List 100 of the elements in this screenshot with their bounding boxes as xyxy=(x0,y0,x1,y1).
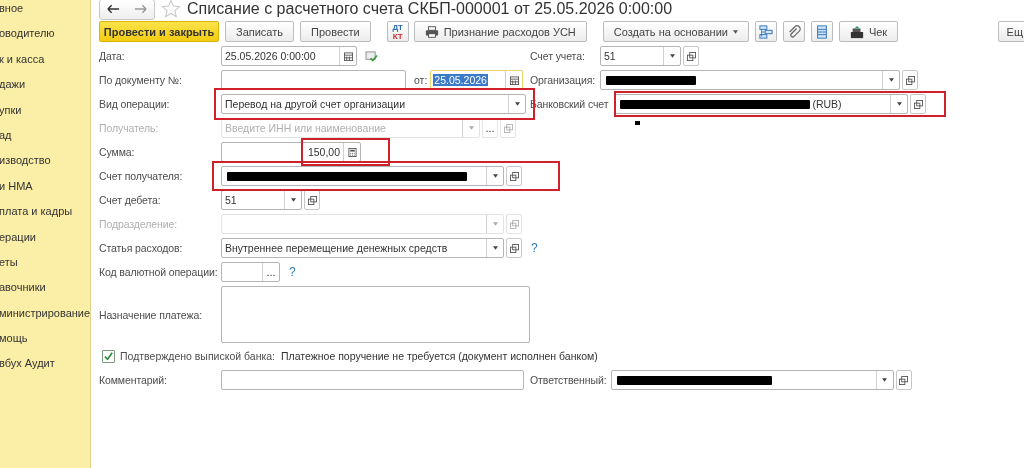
field-label: Комментарий: xyxy=(99,374,168,386)
open-button[interactable] xyxy=(304,190,320,210)
sidebar-item[interactable]: и НМА xyxy=(0,178,90,205)
checkmark-icon xyxy=(103,350,114,362)
structure-button[interactable] xyxy=(754,21,777,42)
checkbox[interactable] xyxy=(102,349,115,363)
field-label: от: xyxy=(414,74,428,86)
calendar-icon xyxy=(343,51,353,61)
star-icon[interactable] xyxy=(161,0,181,19)
dropdown-icon[interactable] xyxy=(514,102,520,106)
sidebar-item[interactable]: вное xyxy=(0,1,90,27)
field-value: Внутреннее перемещение денежных средств xyxy=(224,242,449,254)
open-window-icon xyxy=(905,75,915,85)
field-label: Дата: xyxy=(99,50,126,62)
receipt-button[interactable]: Чек xyxy=(838,21,899,42)
debit-credit-button[interactable]: ДТ КТ xyxy=(386,21,409,42)
responsible-select[interactable] xyxy=(610,370,894,390)
currency-code-field[interactable]: ... xyxy=(221,262,280,282)
field-label: Код валютной операции: xyxy=(99,266,219,278)
date-field[interactable]: 25.05.2026 0:00:00 xyxy=(221,46,357,66)
sidebar-item[interactable]: оводителю xyxy=(0,26,90,52)
field-value: Перевод на другой счет организации xyxy=(224,98,407,110)
open-window-icon xyxy=(509,243,519,253)
field-label: Счет дебета: xyxy=(99,194,162,206)
open-button[interactable] xyxy=(683,46,699,66)
dropdown-icon[interactable] xyxy=(290,198,296,202)
open-window-icon xyxy=(913,99,923,109)
field-label: Счет получателя: xyxy=(99,170,184,182)
help-link[interactable]: ? xyxy=(531,241,538,255)
forward-arrow-icon[interactable] xyxy=(134,4,147,14)
debit-account-select[interactable]: 51 xyxy=(221,190,302,210)
paperclip-icon xyxy=(786,24,801,39)
dropdown-icon[interactable] xyxy=(669,54,675,58)
account-select[interactable]: 51 xyxy=(600,46,681,66)
operation-type-select[interactable]: Перевод на другой счет организации xyxy=(221,94,526,114)
field-label: Организация: xyxy=(530,74,597,86)
help-link[interactable]: ? xyxy=(289,265,296,279)
sidebar-item[interactable]: ерации xyxy=(0,229,90,255)
open-window-icon xyxy=(899,375,908,385)
field-value: 150,00 xyxy=(306,146,341,158)
attachment-button[interactable] xyxy=(782,21,805,42)
status-note: Платежное поручение не требуется (документ исполнен банком) xyxy=(281,350,598,362)
printer-icon xyxy=(424,24,439,39)
open-button[interactable] xyxy=(910,94,927,114)
calendar-icon xyxy=(509,75,519,85)
window-title: Списание с расчетного счета СКБП-000001 от 25.05.2026 0:00:00 xyxy=(187,0,673,18)
document-date-field[interactable]: 25.05.2026 xyxy=(430,70,524,90)
toolbar-button[interactable]: Провести xyxy=(300,21,371,42)
sidebar-item[interactable]: изводство xyxy=(0,153,90,179)
field-label: По документу №: xyxy=(99,74,183,86)
organization-select[interactable] xyxy=(600,70,900,90)
field-placeholder: Введите ИНН или наименование xyxy=(224,122,387,134)
field-label: Счет учета: xyxy=(530,50,586,62)
toolbar-button[interactable]: Записать xyxy=(225,21,294,42)
dropdown-icon[interactable] xyxy=(882,378,887,382)
bank-account-select[interactable]: (RUB) xyxy=(614,94,909,114)
more-button[interactable]: Ещ xyxy=(997,21,1024,42)
open-window-icon xyxy=(686,51,696,61)
dropdown-icon[interactable] xyxy=(492,174,498,178)
sidebar-item[interactable]: ад xyxy=(0,127,90,154)
expense-item-select[interactable]: Внутреннее перемещение денежных средств xyxy=(221,238,504,258)
calculator-button[interactable] xyxy=(343,143,360,161)
sidebar-item[interactable]: министрирование xyxy=(0,305,90,332)
sidebar-item[interactable]: к и касса xyxy=(0,51,90,78)
select-button[interactable]: ... xyxy=(262,263,279,281)
comment-field[interactable] xyxy=(221,370,524,390)
print-button[interactable]: Признание расходов УСН xyxy=(413,21,587,42)
field-value: 51 xyxy=(603,50,617,62)
amount-field[interactable]: 150,00 xyxy=(221,142,361,162)
cash-register-icon xyxy=(849,24,864,39)
field-label: Назначение платежа: xyxy=(99,307,203,322)
sidebar-item[interactable]: авочники xyxy=(0,280,90,306)
calendar-button[interactable] xyxy=(339,47,356,65)
open-button[interactable] xyxy=(895,370,912,390)
payment-purpose-field[interactable] xyxy=(221,286,530,343)
field-value: 25.05.2026 0:00:00 xyxy=(224,50,317,62)
dropdown-icon[interactable] xyxy=(888,78,894,82)
dropdown-icon[interactable] xyxy=(492,246,498,250)
hierarchy-icon xyxy=(758,24,773,39)
document-number-field[interactable] xyxy=(221,70,406,90)
field-label: Ответственный: xyxy=(530,374,607,386)
sidebar-item[interactable]: плата и кадры xyxy=(0,204,90,230)
open-button[interactable] xyxy=(902,70,918,90)
sidebar-item[interactable]: мощь xyxy=(0,331,90,357)
field-label: Вид операции: xyxy=(99,98,171,110)
post-and-close-button[interactable]: Провести и закрыть xyxy=(99,21,219,42)
list-icon xyxy=(814,24,829,39)
open-button[interactable] xyxy=(506,238,522,258)
create-based-on-button[interactable]: Создать на основании xyxy=(602,21,749,42)
open-window-icon xyxy=(307,195,317,205)
sidebar-item[interactable]: вбух Аудит xyxy=(0,356,90,382)
checkbox-label: Подтверждено выпиской банка: xyxy=(120,350,276,362)
recipient-account-select[interactable] xyxy=(221,166,504,186)
list-button[interactable] xyxy=(810,21,833,42)
back-arrow-icon[interactable] xyxy=(107,4,120,14)
dropdown-icon[interactable] xyxy=(896,102,902,106)
sidebar-item[interactable]: еты xyxy=(0,254,90,281)
document-check-icon[interactable] xyxy=(365,50,378,62)
field-label: Сумма: xyxy=(99,146,136,158)
open-button[interactable] xyxy=(506,166,522,186)
